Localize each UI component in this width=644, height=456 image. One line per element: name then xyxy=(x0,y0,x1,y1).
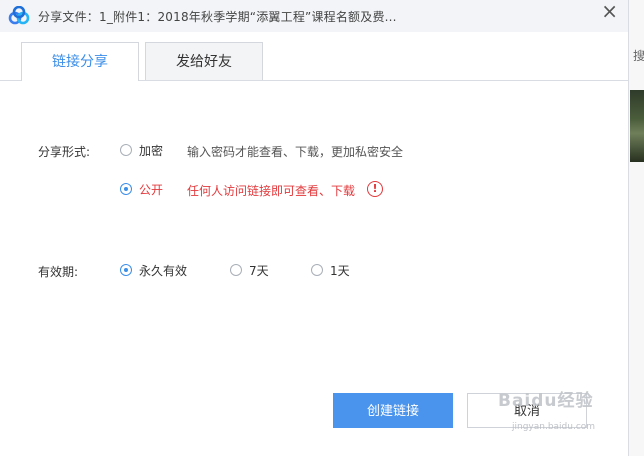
tab-link-share[interactable]: 链接分享 xyxy=(21,42,139,81)
validity-label: 有效期: xyxy=(38,265,79,279)
radio-1-day-label: 1天 xyxy=(330,263,350,278)
background-window xyxy=(629,0,644,456)
tab-send-to-friend[interactable]: 发给好友 xyxy=(145,42,263,80)
baidu-netdisk-logo-icon xyxy=(8,6,30,25)
radio-permanent-circle[interactable] xyxy=(120,264,132,276)
radio-permanent-label: 永久有效 xyxy=(139,263,188,278)
watermark: Baidu经验 jingyan.baidu.com xyxy=(498,386,595,432)
radio-encrypted-circle[interactable] xyxy=(120,144,132,156)
create-link-button[interactable]: 创建链接 xyxy=(333,393,453,428)
radio-1-day[interactable]: 1天 xyxy=(311,262,350,278)
warning-icon: ! xyxy=(367,181,383,197)
encrypted-description: 输入密码才能查看、下载，更加私密安全 xyxy=(187,145,404,159)
background-edge-text: 搜 xyxy=(633,49,644,63)
close-icon[interactable]: × xyxy=(601,1,618,21)
radio-permanent[interactable]: 永久有效 xyxy=(120,262,187,278)
radio-7-days[interactable]: 7天 xyxy=(230,262,269,278)
radio-public-circle[interactable] xyxy=(120,183,132,195)
radio-encrypted-label: 加密 xyxy=(139,143,164,158)
watermark-logo-text: Baidu经验 xyxy=(498,391,594,411)
share-dialog: 分享文件：1_附件1：2018年秋季学期“添翼工程”课程名额及费... × 链接… xyxy=(0,0,629,456)
radio-1-day-circle[interactable] xyxy=(311,264,323,276)
radio-7-days-label: 7天 xyxy=(249,263,269,278)
radio-encrypted[interactable]: 加密 xyxy=(120,142,163,158)
radio-public-label: 公开 xyxy=(139,182,164,197)
radio-7-days-circle[interactable] xyxy=(230,264,242,276)
radio-public[interactable]: 公开 xyxy=(120,181,163,197)
title-bar: 分享文件：1_附件1：2018年秋季学期“添翼工程”课程名额及费... × xyxy=(0,0,628,32)
dialog-title: 分享文件：1_附件1：2018年秋季学期“添翼工程”课程名额及费... xyxy=(38,10,397,24)
watermark-url: jingyan.baidu.com xyxy=(512,422,596,432)
background-thumbnail xyxy=(630,90,644,162)
public-description: 任何人访问链接即可查看、下载 xyxy=(187,184,356,198)
share-form-label: 分享形式: xyxy=(38,145,91,159)
tab-bar: 链接分享 发给好友 xyxy=(0,32,628,81)
